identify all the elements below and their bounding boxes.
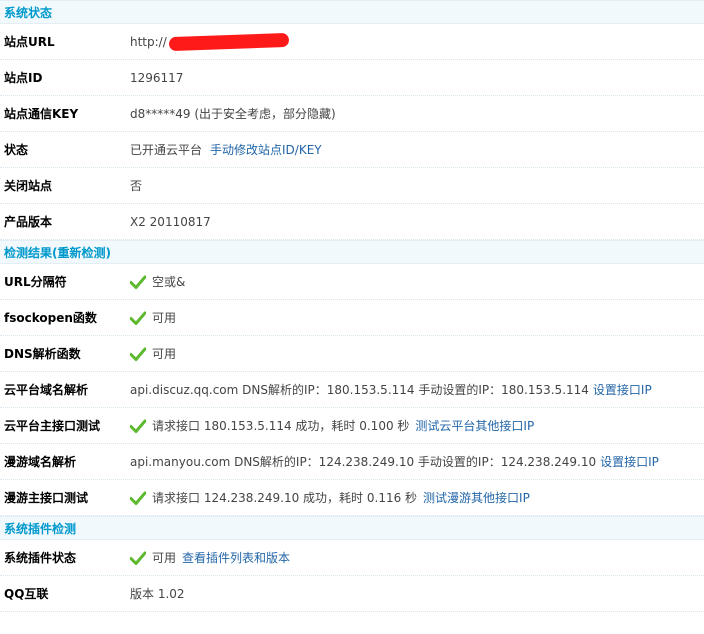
row-value: 可用 xyxy=(130,309,176,326)
row-label: 漫游主接口测试 xyxy=(4,491,89,505)
section-plugin-check: 系统插件检测 xyxy=(0,516,704,540)
row-label: 关闭站点 xyxy=(4,179,53,193)
row-value: X2 20110817 xyxy=(130,214,211,229)
section-title: 系统状态 xyxy=(4,6,53,20)
row-label: 站点URL xyxy=(4,35,55,49)
row-label: 状态 xyxy=(4,143,29,157)
check-icon xyxy=(130,275,146,289)
row-label: 云平台主接口测试 xyxy=(4,419,101,433)
row-site-closed: 关闭站点 否 xyxy=(0,168,704,204)
row-site-url: 站点URL http:// xyxy=(0,24,704,60)
check-icon xyxy=(130,491,146,505)
row-label: URL分隔符 xyxy=(4,275,67,289)
row-cloud-dns: 云平台域名解析 api.discuz.qq.com DNS解析的IP：180.1… xyxy=(0,372,704,408)
row-value: d8*****49 (出于安全考虑，部分隐藏) xyxy=(130,107,336,121)
view-plugin-list-link[interactable]: 查看插件列表和版本 xyxy=(182,549,290,566)
row-value: 否 xyxy=(130,179,143,193)
row-product-version: 产品版本 X2 20110817 xyxy=(0,204,704,240)
section-check-results: 检测结果(重新检测) xyxy=(0,240,704,264)
row-label: fsockopen函数 xyxy=(4,311,97,325)
row-value: 已开通云平台 手动修改站点ID/KEY xyxy=(130,141,322,158)
row-site-key: 站点通信KEY d8*****49 (出于安全考虑，部分隐藏) xyxy=(0,96,704,132)
row-value: api.discuz.qq.com DNS解析的IP：180.153.5.114… xyxy=(130,381,652,398)
row-label: 站点ID xyxy=(4,71,43,85)
row-state: 状态 已开通云平台 手动修改站点ID/KEY xyxy=(0,132,704,168)
row-value: 1296117 xyxy=(130,70,184,85)
row-value: 请求接口 180.153.5.114 成功，耗时 0.100 秒 测试云平台其他… xyxy=(130,417,534,434)
test-cloud-other-ip-link[interactable]: 测试云平台其他接口IP xyxy=(415,417,534,434)
check-icon xyxy=(130,311,146,325)
redaction-mark xyxy=(168,32,289,51)
row-value: api.manyou.com DNS解析的IP：124.238.249.10 手… xyxy=(130,453,659,470)
row-qq-connect: QQ互联 版本 1.02 xyxy=(0,576,704,612)
row-cloud-main-test: 云平台主接口测试 请求接口 180.153.5.114 成功，耗时 0.100 … xyxy=(0,408,704,444)
row-value: 版本 1.02 xyxy=(130,587,185,601)
check-icon xyxy=(130,551,146,565)
check-icon xyxy=(130,419,146,433)
row-value: http:// xyxy=(130,32,289,51)
recheck-link[interactable]: (重新检测) xyxy=(52,246,111,260)
set-cloud-ip-link[interactable]: 设置接口IP xyxy=(593,381,652,398)
row-value: 请求接口 124.238.249.10 成功，耗时 0.116 秒 测试漫游其他… xyxy=(130,489,530,506)
edit-site-key-link[interactable]: 手动修改站点ID/KEY xyxy=(210,141,322,158)
row-url-separator: URL分隔符 空或& xyxy=(0,264,704,300)
row-value: 空或& xyxy=(130,273,185,290)
row-label: DNS解析函数 xyxy=(4,347,81,361)
test-manyou-other-ip-link[interactable]: 测试漫游其他接口IP xyxy=(423,489,530,506)
row-site-id: 站点ID 1296117 xyxy=(0,60,704,96)
row-label: 产品版本 xyxy=(4,215,53,229)
row-label: 站点通信KEY xyxy=(4,107,79,121)
row-plugin-status: 系统插件状态 可用 查看插件列表和版本 xyxy=(0,540,704,576)
row-manyou-main-test: 漫游主接口测试 请求接口 124.238.249.10 成功，耗时 0.116 … xyxy=(0,480,704,516)
row-label: 漫游域名解析 xyxy=(4,455,77,469)
row-value: 可用 查看插件列表和版本 xyxy=(130,549,290,566)
row-label: QQ互联 xyxy=(4,587,49,601)
row-label: 云平台域名解析 xyxy=(4,383,89,397)
set-manyou-ip-link[interactable]: 设置接口IP xyxy=(600,453,659,470)
row-dns-function: DNS解析函数 可用 xyxy=(0,336,704,372)
section-title: 检测结果 xyxy=(4,246,53,260)
row-label: 系统插件状态 xyxy=(4,551,77,565)
cloud-status-panel: 系统状态 站点URL http:// 站点ID 1296117 站点通信KEY … xyxy=(0,0,704,612)
row-value: 可用 xyxy=(130,345,176,362)
check-icon xyxy=(130,347,146,361)
section-system-status: 系统状态 xyxy=(0,0,704,24)
row-fsockopen: fsockopen函数 可用 xyxy=(0,300,704,336)
row-manyou-dns: 漫游域名解析 api.manyou.com DNS解析的IP：124.238.2… xyxy=(0,444,704,480)
section-title: 系统插件检测 xyxy=(4,522,77,536)
